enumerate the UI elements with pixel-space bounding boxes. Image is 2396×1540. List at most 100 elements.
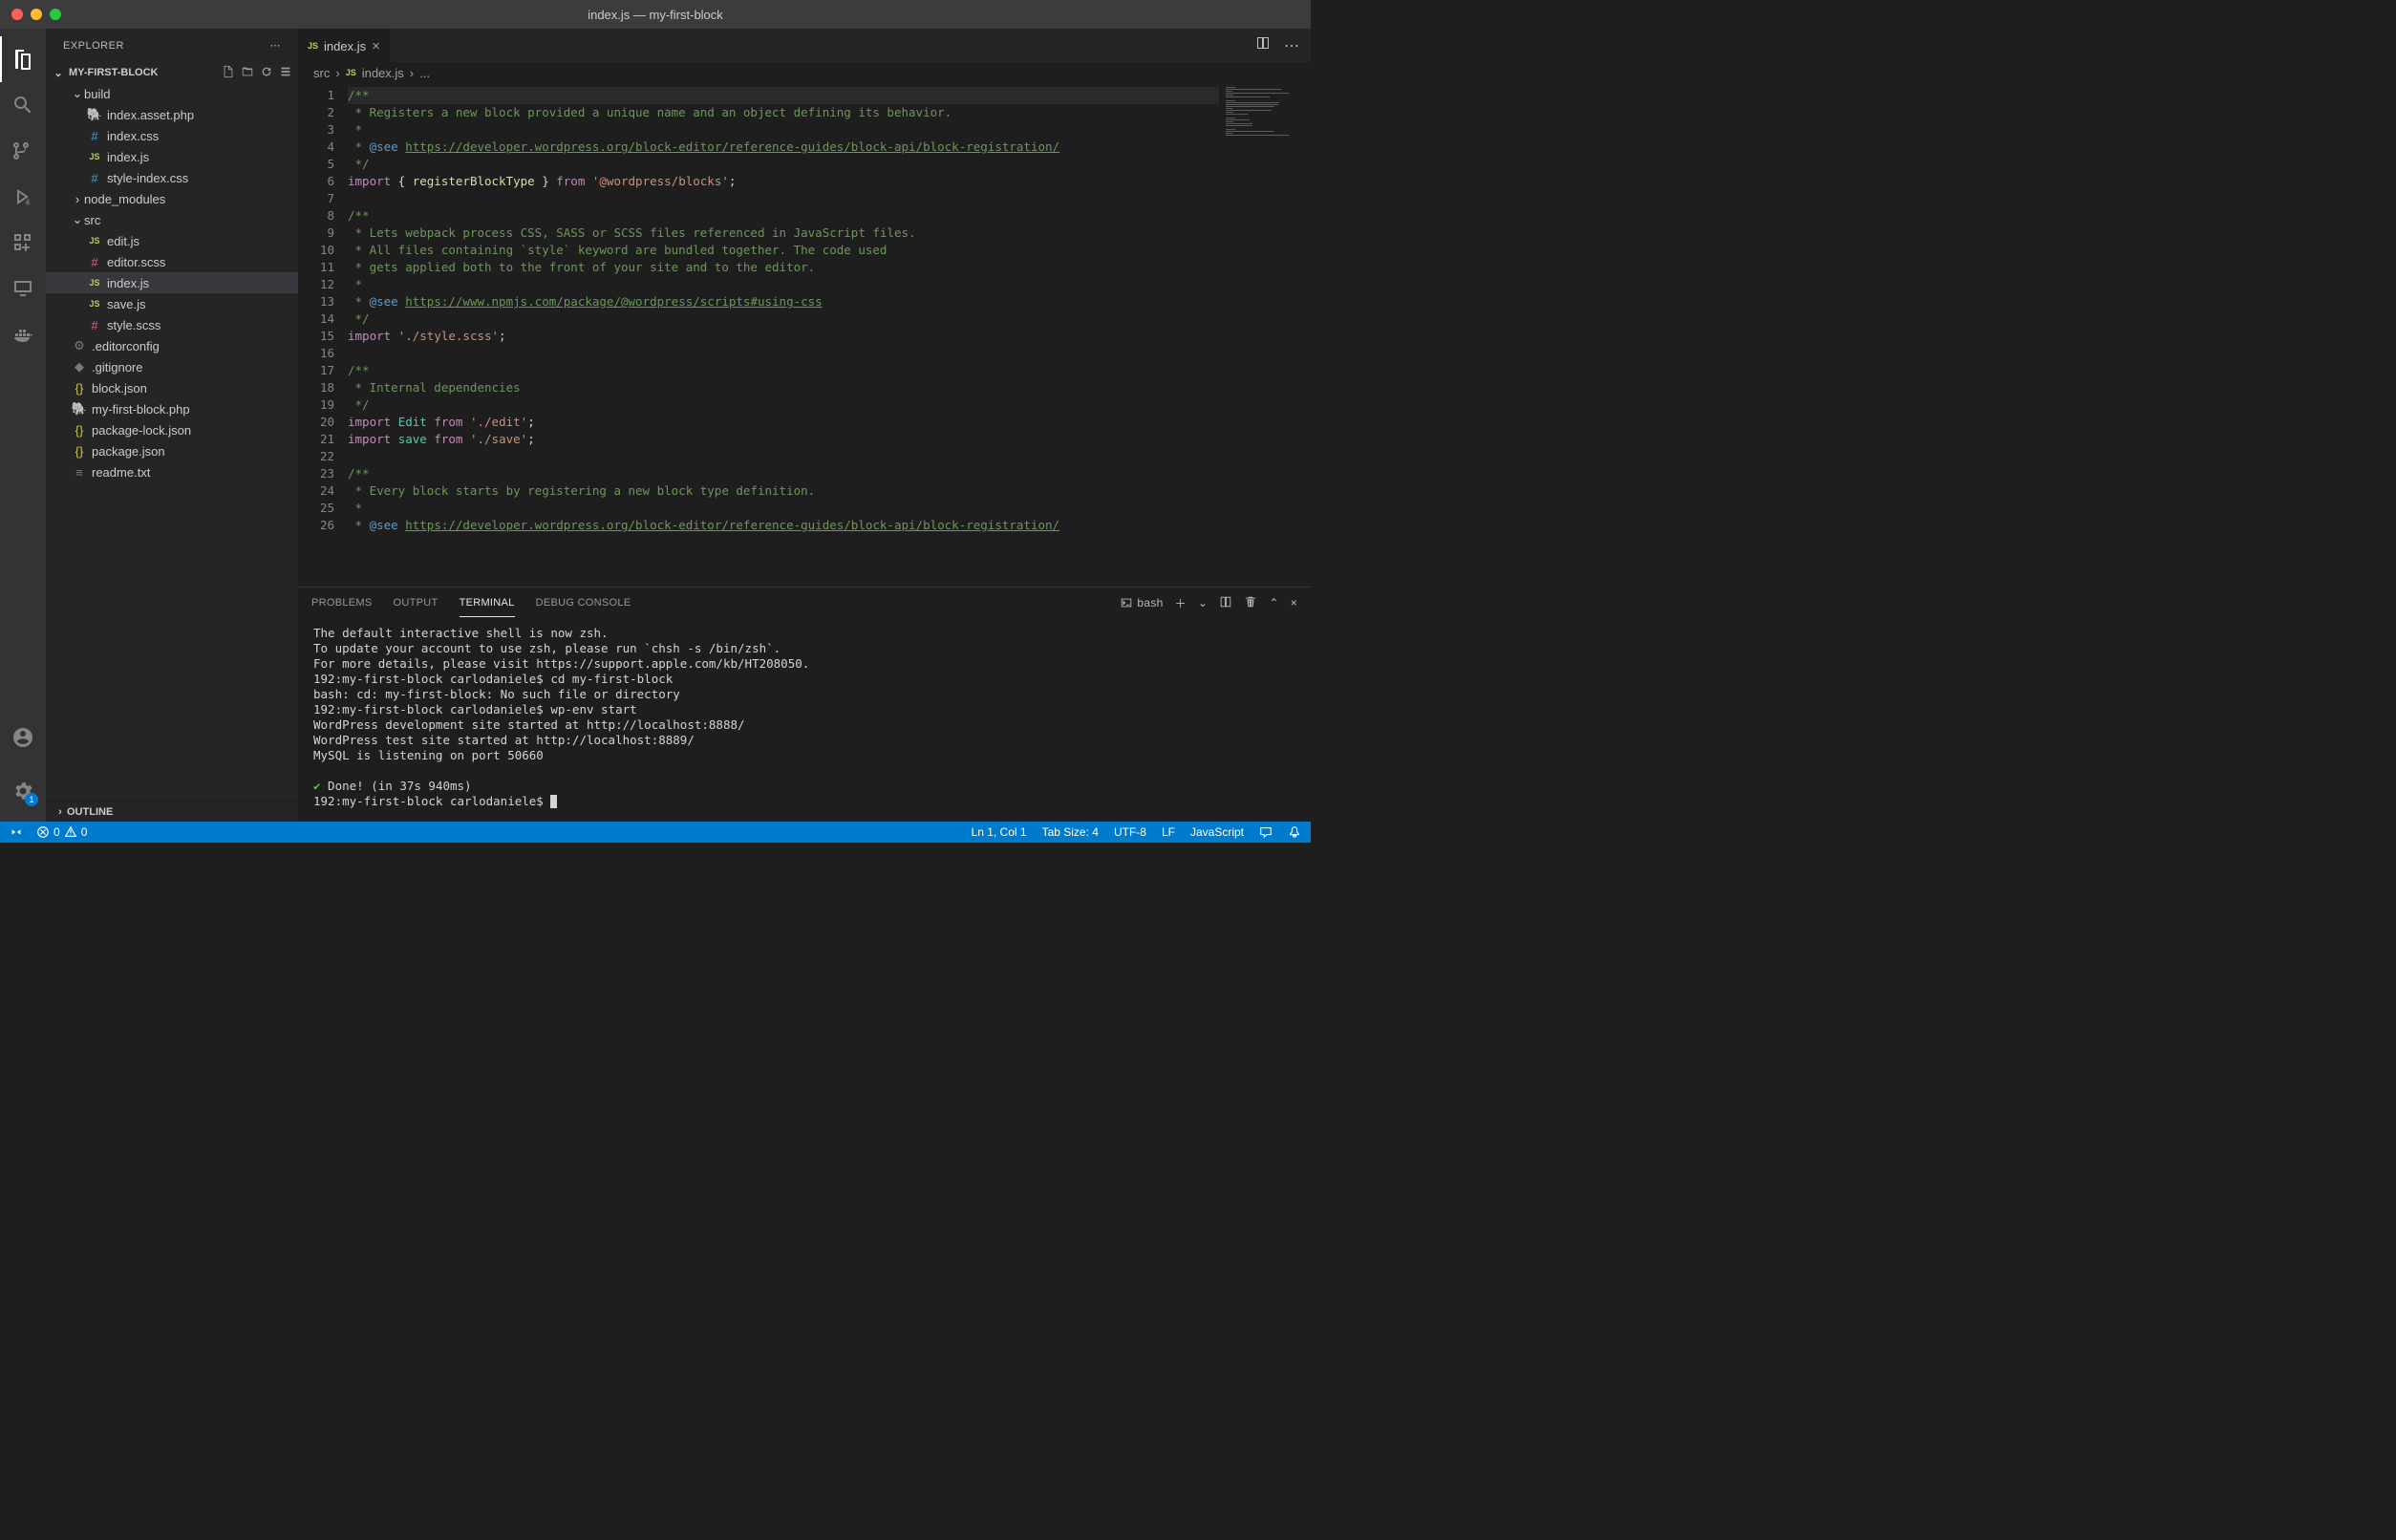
file-item[interactable]: #style-index.css <box>46 167 298 188</box>
explorer-title: EXPLORER <box>63 40 124 52</box>
explorer-more-icon[interactable]: ⋯ <box>270 39 282 52</box>
new-terminal-icon[interactable]: ＋ <box>1175 595 1187 611</box>
bottom-panel: PROBLEMS OUTPUT TERMINAL DEBUG CONSOLE bash… <box>298 587 1311 822</box>
settings-activity-icon[interactable]: 1 <box>0 768 46 814</box>
folder-name: MY-FIRST-BLOCK <box>69 67 159 78</box>
collapse-icon[interactable] <box>279 65 292 81</box>
code-editor[interactable]: /** * Registers a new block provided a u… <box>348 83 1219 587</box>
minimap[interactable] <box>1219 83 1311 587</box>
file-item[interactable]: ◆.gitignore <box>46 356 298 377</box>
search-activity-icon[interactable] <box>0 82 46 128</box>
file-tree: ⌄build🐘index.asset.php#index.cssJSindex.… <box>46 83 298 801</box>
file-item[interactable]: JSindex.js <box>46 272 298 293</box>
more-actions-icon[interactable]: ⋯ <box>1284 36 1299 55</box>
panel-tab-output[interactable]: OUTPUT <box>394 589 439 616</box>
outline-section[interactable]: › OUTLINE <box>46 801 298 822</box>
run-debug-activity-icon[interactable] <box>0 174 46 220</box>
file-item[interactable]: ⚙.editorconfig <box>46 335 298 356</box>
chevron-icon: ⌄ <box>71 212 84 227</box>
new-file-icon[interactable] <box>222 65 235 81</box>
editor-tabs: JS index.js × ⋯ <box>298 29 1311 62</box>
source-control-activity-icon[interactable] <box>0 128 46 174</box>
docker-activity-icon[interactable] <box>0 311 46 357</box>
file-icon: {} <box>71 423 88 438</box>
activity-bar: 1 <box>0 29 46 822</box>
file-icon: {} <box>71 444 88 459</box>
explorer-activity-icon[interactable] <box>0 36 46 82</box>
chevron-right-icon: › <box>53 806 67 818</box>
eol-status[interactable]: LF <box>1162 825 1175 839</box>
tab-index-js[interactable]: JS index.js × <box>298 29 391 62</box>
chevron-down-icon: ⌄ <box>52 67 65 79</box>
line-numbers: 1234567891011121314151617181920212223242… <box>298 83 348 587</box>
js-icon: JS <box>346 68 356 77</box>
folder-header[interactable]: ⌄ MY-FIRST-BLOCK <box>46 62 298 83</box>
file-icon: ◆ <box>71 359 88 374</box>
language-status[interactable]: JavaScript <box>1190 825 1244 839</box>
status-bar: 0 0 Ln 1, Col 1 Tab Size: 4 UTF-8 LF Jav… <box>0 822 1311 843</box>
maximize-window-button[interactable] <box>50 9 61 20</box>
file-item[interactable]: JSindex.js <box>46 146 298 167</box>
encoding-status[interactable]: UTF-8 <box>1114 825 1146 839</box>
indent-status[interactable]: Tab Size: 4 <box>1042 825 1099 839</box>
cursor-position[interactable]: Ln 1, Col 1 <box>972 825 1027 839</box>
file-icon: {} <box>71 381 88 396</box>
panel-tab-problems[interactable]: PROBLEMS <box>311 589 373 616</box>
file-item[interactable]: ≡readme.txt <box>46 461 298 482</box>
file-icon: ⚙ <box>71 338 88 353</box>
chevron-icon: › <box>71 192 84 206</box>
remote-explorer-activity-icon[interactable] <box>0 266 46 311</box>
file-icon: JS <box>86 299 103 309</box>
panel-tab-terminal[interactable]: TERMINAL <box>460 589 515 617</box>
new-folder-icon[interactable] <box>241 65 254 81</box>
chevron-icon: ⌄ <box>71 86 84 101</box>
folder-item[interactable]: ›node_modules <box>46 188 298 209</box>
file-icon: # <box>86 171 103 185</box>
split-terminal-icon[interactable] <box>1219 595 1232 611</box>
file-icon: JS <box>86 236 103 246</box>
file-icon: 🐘 <box>86 107 103 122</box>
refresh-icon[interactable] <box>260 65 273 81</box>
file-icon: # <box>86 318 103 332</box>
folder-item[interactable]: ⌄build <box>46 83 298 104</box>
js-icon: JS <box>308 41 318 51</box>
file-icon: JS <box>86 152 103 161</box>
notifications-icon[interactable] <box>1288 825 1301 839</box>
file-item[interactable]: 🐘my-first-block.php <box>46 398 298 419</box>
accounts-activity-icon[interactable] <box>0 715 46 760</box>
close-window-button[interactable] <box>11 9 23 20</box>
close-panel-icon[interactable]: × <box>1291 596 1297 610</box>
kill-terminal-icon[interactable] <box>1244 595 1257 611</box>
titlebar: index.js — my-first-block <box>0 0 1311 29</box>
folder-item[interactable]: ⌄src <box>46 209 298 230</box>
file-icon: # <box>86 255 103 269</box>
panel-tab-debug-console[interactable]: DEBUG CONSOLE <box>536 589 631 616</box>
terminal-output[interactable]: The default interactive shell is now zsh… <box>298 618 1311 822</box>
breadcrumb[interactable]: src › JS index.js › ... <box>298 62 1311 83</box>
file-item[interactable]: {}package.json <box>46 440 298 461</box>
remote-indicator[interactable] <box>10 825 23 839</box>
file-item[interactable]: {}package-lock.json <box>46 419 298 440</box>
file-icon: # <box>86 129 103 143</box>
split-editor-icon[interactable] <box>1255 35 1271 55</box>
window-title: index.js — my-first-block <box>588 8 723 22</box>
file-item[interactable]: 🐘index.asset.php <box>46 104 298 125</box>
file-item[interactable]: JSsave.js <box>46 293 298 314</box>
close-tab-icon[interactable]: × <box>372 38 380 54</box>
file-icon: ≡ <box>71 465 88 480</box>
sidebar: EXPLORER ⋯ ⌄ MY-FIRST-BLOCK ⌄build🐘index… <box>46 29 298 822</box>
settings-badge: 1 <box>25 793 38 806</box>
file-icon: JS <box>86 278 103 288</box>
feedback-icon[interactable] <box>1259 825 1273 839</box>
file-item[interactable]: JSedit.js <box>46 230 298 251</box>
terminal-dropdown-icon[interactable]: ⌄ <box>1198 596 1208 610</box>
file-item[interactable]: #index.css <box>46 125 298 146</box>
file-item[interactable]: {}block.json <box>46 377 298 398</box>
problems-status[interactable]: 0 0 <box>36 825 87 839</box>
file-item[interactable]: #style.scss <box>46 314 298 335</box>
extensions-activity-icon[interactable] <box>0 220 46 266</box>
minimize-window-button[interactable] <box>31 9 42 20</box>
maximize-panel-icon[interactable]: ⌃ <box>1269 596 1278 610</box>
file-item[interactable]: #editor.scss <box>46 251 298 272</box>
terminal-shell-icon[interactable]: bash <box>1120 596 1163 610</box>
